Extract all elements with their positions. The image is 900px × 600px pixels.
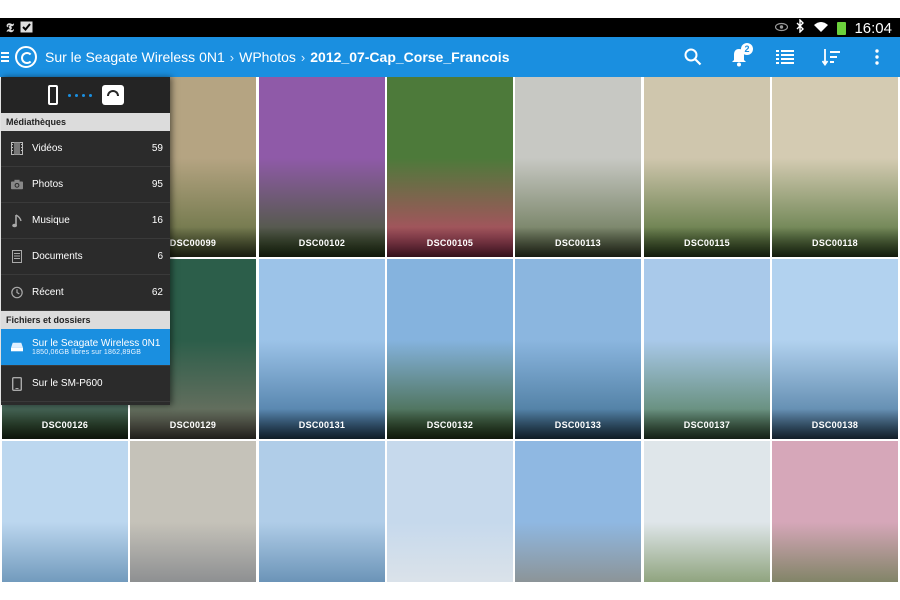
files-section-title: Fichiers et dossiers: [1, 311, 170, 329]
photo-image: [644, 441, 770, 582]
photo-thumbnail[interactable]: DSC00131: [259, 259, 385, 439]
drawer-item-count: 6: [157, 251, 163, 262]
photo-filename: DSC00113: [555, 238, 601, 248]
list-view-button[interactable]: [762, 37, 808, 77]
drawer-item-music[interactable]: Musique 16: [1, 203, 170, 239]
drawer-toggle-icon[interactable]: [1, 52, 13, 62]
wireless-drive-icon: [101, 85, 124, 105]
storage-detail: 1850,06GB libres sur 1862,89GB: [32, 349, 142, 356]
photo-image: [2, 441, 128, 582]
drawer-item-count: 95: [151, 179, 163, 190]
photo-filename: DSC00115: [684, 238, 730, 248]
checklist-icon: [20, 20, 33, 37]
breadcrumb-separator-icon: ›: [229, 49, 235, 65]
location-text: Sur le Seagate Wireless 0N1 1850,06GB li…: [32, 338, 160, 356]
breadcrumb-root[interactable]: Sur le Seagate Wireless 0N1: [45, 49, 225, 65]
app-logo-icon[interactable]: [15, 46, 37, 68]
drawer-item-count: 59: [151, 143, 163, 154]
photo-thumbnail[interactable]: [2, 441, 128, 582]
photo-filename: DSC00132: [426, 420, 474, 430]
photo-filename: DSC00118: [812, 238, 858, 248]
drawer-item-label: Musique: [32, 215, 70, 226]
list-icon: [776, 50, 794, 64]
navigation-drawer: Médiathèques Vidéos 59 Photos 95 Musique…: [1, 77, 170, 405]
drawer-item-label: Documents: [32, 251, 83, 262]
location-label: Sur le Seagate Wireless 0N1: [32, 338, 161, 349]
photo-filename: DSC00138: [811, 420, 859, 430]
photo-thumbnail[interactable]: DSC00138: [772, 259, 898, 439]
photo-thumbnail[interactable]: DSC00133: [515, 259, 641, 439]
status-bar: 𝕿 16:04: [0, 18, 900, 37]
photo-thumbnail[interactable]: [259, 441, 385, 582]
eye-icon: [775, 20, 789, 36]
photo-thumbnail[interactable]: DSC00137: [644, 259, 770, 439]
photo-thumbnail[interactable]: [130, 441, 256, 582]
breadcrumb-current: 2012_07-Cap_Corse_Francois: [310, 49, 510, 65]
breadcrumb-folder[interactable]: WPhotos: [239, 49, 296, 65]
search-button[interactable]: [670, 37, 716, 77]
drawer-item-videos[interactable]: Vidéos 59: [1, 131, 170, 167]
search-icon: [684, 48, 702, 66]
photo-filename: DSC00126: [41, 420, 89, 430]
photo-filename: DSC00137: [683, 420, 731, 430]
notification-badge: 2: [741, 43, 753, 55]
music-note-icon: [11, 213, 23, 228]
connection-dots-icon: [67, 93, 92, 97]
sort-icon: [822, 49, 840, 66]
photo-filename: DSC00105: [426, 238, 474, 248]
film-icon: [11, 142, 23, 156]
photo-thumbnail[interactable]: [644, 441, 770, 582]
battery-icon: [837, 21, 847, 35]
tablet-screen: 𝕿 16:04 Sur le Seagate Wireless 0N1 › WP…: [0, 18, 900, 582]
photo-filename: DSC00133: [554, 420, 602, 430]
photo-image: [259, 441, 385, 582]
clock-icon: [11, 286, 23, 300]
breadcrumb-separator-icon: ›: [300, 49, 306, 65]
photo-filename: DSC00131: [298, 420, 346, 430]
photo-image: [387, 441, 513, 582]
drawer-item-count: 62: [151, 287, 163, 298]
more-vertical-icon: [875, 49, 879, 65]
location-label: Sur le SM-P600: [32, 378, 103, 389]
photo-thumbnail[interactable]: DSC00102: [259, 77, 385, 257]
document-icon: [11, 250, 23, 264]
tablet-icon: [11, 376, 23, 391]
photo-image: [130, 441, 256, 582]
photo-thumbnail[interactable]: DSC00118: [772, 77, 898, 257]
phone-icon: [47, 85, 58, 105]
media-section-title: Médiathèques: [1, 113, 170, 131]
photo-thumbnail[interactable]: DSC00132: [387, 259, 513, 439]
drawer-item-label: Photos: [32, 179, 64, 190]
notifications-button[interactable]: 2: [716, 37, 762, 77]
drawer-item-count: 16: [151, 215, 163, 226]
nyt-icon: 𝕿: [6, 20, 14, 36]
photo-thumbnail[interactable]: DSC00115: [644, 77, 770, 257]
drawer-item-documents[interactable]: Documents 6: [1, 239, 170, 275]
connection-header: [1, 77, 170, 113]
photo-image: [772, 441, 898, 582]
photo-image: [515, 441, 641, 582]
drawer-item-label: Vidéos: [32, 143, 63, 154]
action-bar: Sur le Seagate Wireless 0N1 › WPhotos › …: [0, 37, 900, 77]
photo-filename: DSC00102: [298, 238, 346, 248]
drawer-item-label: Récent: [32, 287, 64, 298]
drawer-item-recent[interactable]: Récent 62: [1, 275, 170, 311]
photo-filename: DSC00129: [169, 420, 217, 430]
photo-thumbnail[interactable]: [772, 441, 898, 582]
bluetooth-icon: [796, 18, 805, 37]
drawer-item-photos[interactable]: Photos 95: [1, 167, 170, 203]
clock: 16:04: [854, 19, 892, 37]
overflow-menu-button[interactable]: [854, 37, 900, 77]
photo-thumbnail[interactable]: DSC00113: [515, 77, 641, 257]
location-tablet[interactable]: Sur le SM-P600: [1, 366, 170, 402]
wifi-icon: [813, 20, 829, 37]
camera-icon: [11, 178, 23, 192]
sort-button[interactable]: [808, 37, 854, 77]
photo-thumbnail[interactable]: [387, 441, 513, 582]
location-seagate-drive[interactable]: Sur le Seagate Wireless 0N1 1850,06GB li…: [1, 329, 170, 366]
photo-thumbnail[interactable]: [515, 441, 641, 582]
drive-icon: [11, 340, 23, 354]
photo-thumbnail[interactable]: DSC00105: [387, 77, 513, 257]
